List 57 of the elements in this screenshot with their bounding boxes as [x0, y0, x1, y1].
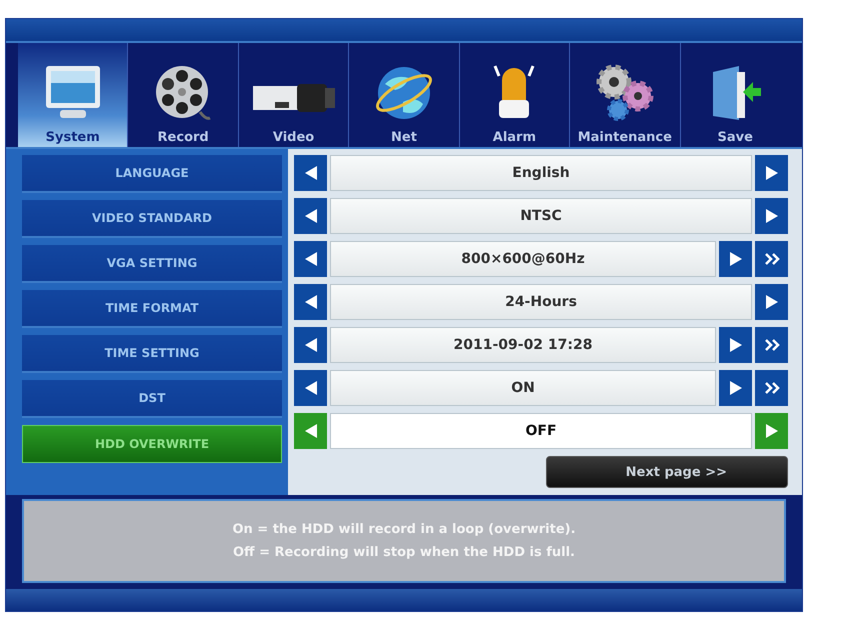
menu-tab[interactable]: System — [18, 43, 128, 147]
setting-label[interactable]: VIDEO STANDARD — [22, 200, 282, 238]
setting-label[interactable]: DST — [22, 380, 282, 418]
left-arrow-button[interactable] — [294, 327, 327, 363]
left-triangle-icon — [304, 165, 318, 181]
setting-label[interactable]: TIME SETTING — [22, 335, 282, 373]
menu-tab[interactable]: Alarm — [460, 43, 570, 147]
right-triangle-icon — [728, 337, 742, 353]
right-arrow-button[interactable] — [755, 413, 788, 449]
left-arrow-button[interactable] — [294, 241, 327, 277]
menu-tab[interactable]: Net — [349, 43, 460, 147]
value-field[interactable]: English — [330, 155, 752, 191]
right-arrow-button[interactable] — [719, 241, 752, 277]
right-arrow-button[interactable] — [719, 370, 752, 406]
value-field[interactable]: 2011-09-02 17:28 — [330, 327, 716, 363]
left-arrow-button[interactable] — [294, 155, 327, 191]
left-triangle-icon — [304, 380, 318, 396]
right-arrow-button[interactable] — [755, 155, 788, 191]
left-triangle-icon — [304, 208, 318, 224]
right-triangle-icon — [764, 423, 778, 439]
right-triangle-icon — [728, 251, 742, 267]
right-arrow-button[interactable] — [755, 198, 788, 234]
left-arrow-button[interactable] — [294, 198, 327, 234]
right-triangle-icon — [728, 380, 742, 396]
right-arrow-button[interactable] — [755, 284, 788, 320]
left-triangle-icon — [304, 294, 318, 310]
more-button[interactable] — [755, 370, 788, 406]
left-arrow-button[interactable] — [294, 413, 327, 449]
menu-tab[interactable]: Maintenance — [570, 43, 681, 147]
menu-tab[interactable]: Video — [238, 43, 350, 147]
help-text: On = the HDD will record in a loop (overwrite). — [232, 522, 576, 537]
left-triangle-icon — [304, 251, 318, 267]
value-field[interactable]: 800×600@60Hz — [330, 241, 716, 277]
right-triangle-icon — [764, 294, 778, 310]
menu-tab[interactable]: Record — [128, 43, 239, 147]
value-field[interactable]: OFF — [330, 413, 752, 449]
value-field[interactable]: 24-Hours — [330, 284, 752, 320]
left-arrow-button[interactable] — [294, 284, 327, 320]
more-button[interactable] — [755, 327, 788, 363]
left-triangle-icon — [304, 337, 318, 353]
value-field[interactable]: NTSC — [330, 198, 752, 234]
right-arrow-button[interactable] — [719, 327, 752, 363]
setting-label[interactable]: VGA SETTING — [22, 245, 282, 283]
more-button[interactable] — [755, 241, 788, 277]
double-chevron-icon — [764, 338, 780, 352]
help-text: Off = Recording will stop when the HDD is full. — [232, 545, 575, 560]
menu-tab[interactable]: Save — [680, 43, 790, 147]
left-arrow-button[interactable] — [294, 370, 327, 406]
value-field[interactable]: ON — [330, 370, 716, 406]
double-chevron-icon — [764, 252, 780, 266]
left-triangle-icon — [304, 423, 318, 439]
right-triangle-icon — [764, 208, 778, 224]
setting-label[interactable]: LANGUAGE — [22, 155, 282, 193]
double-chevron-icon — [764, 381, 780, 395]
next-page-button[interactable]: Next page >> — [546, 456, 788, 488]
right-triangle-icon — [764, 165, 778, 181]
setting-label[interactable]: TIME FORMAT — [22, 290, 282, 328]
